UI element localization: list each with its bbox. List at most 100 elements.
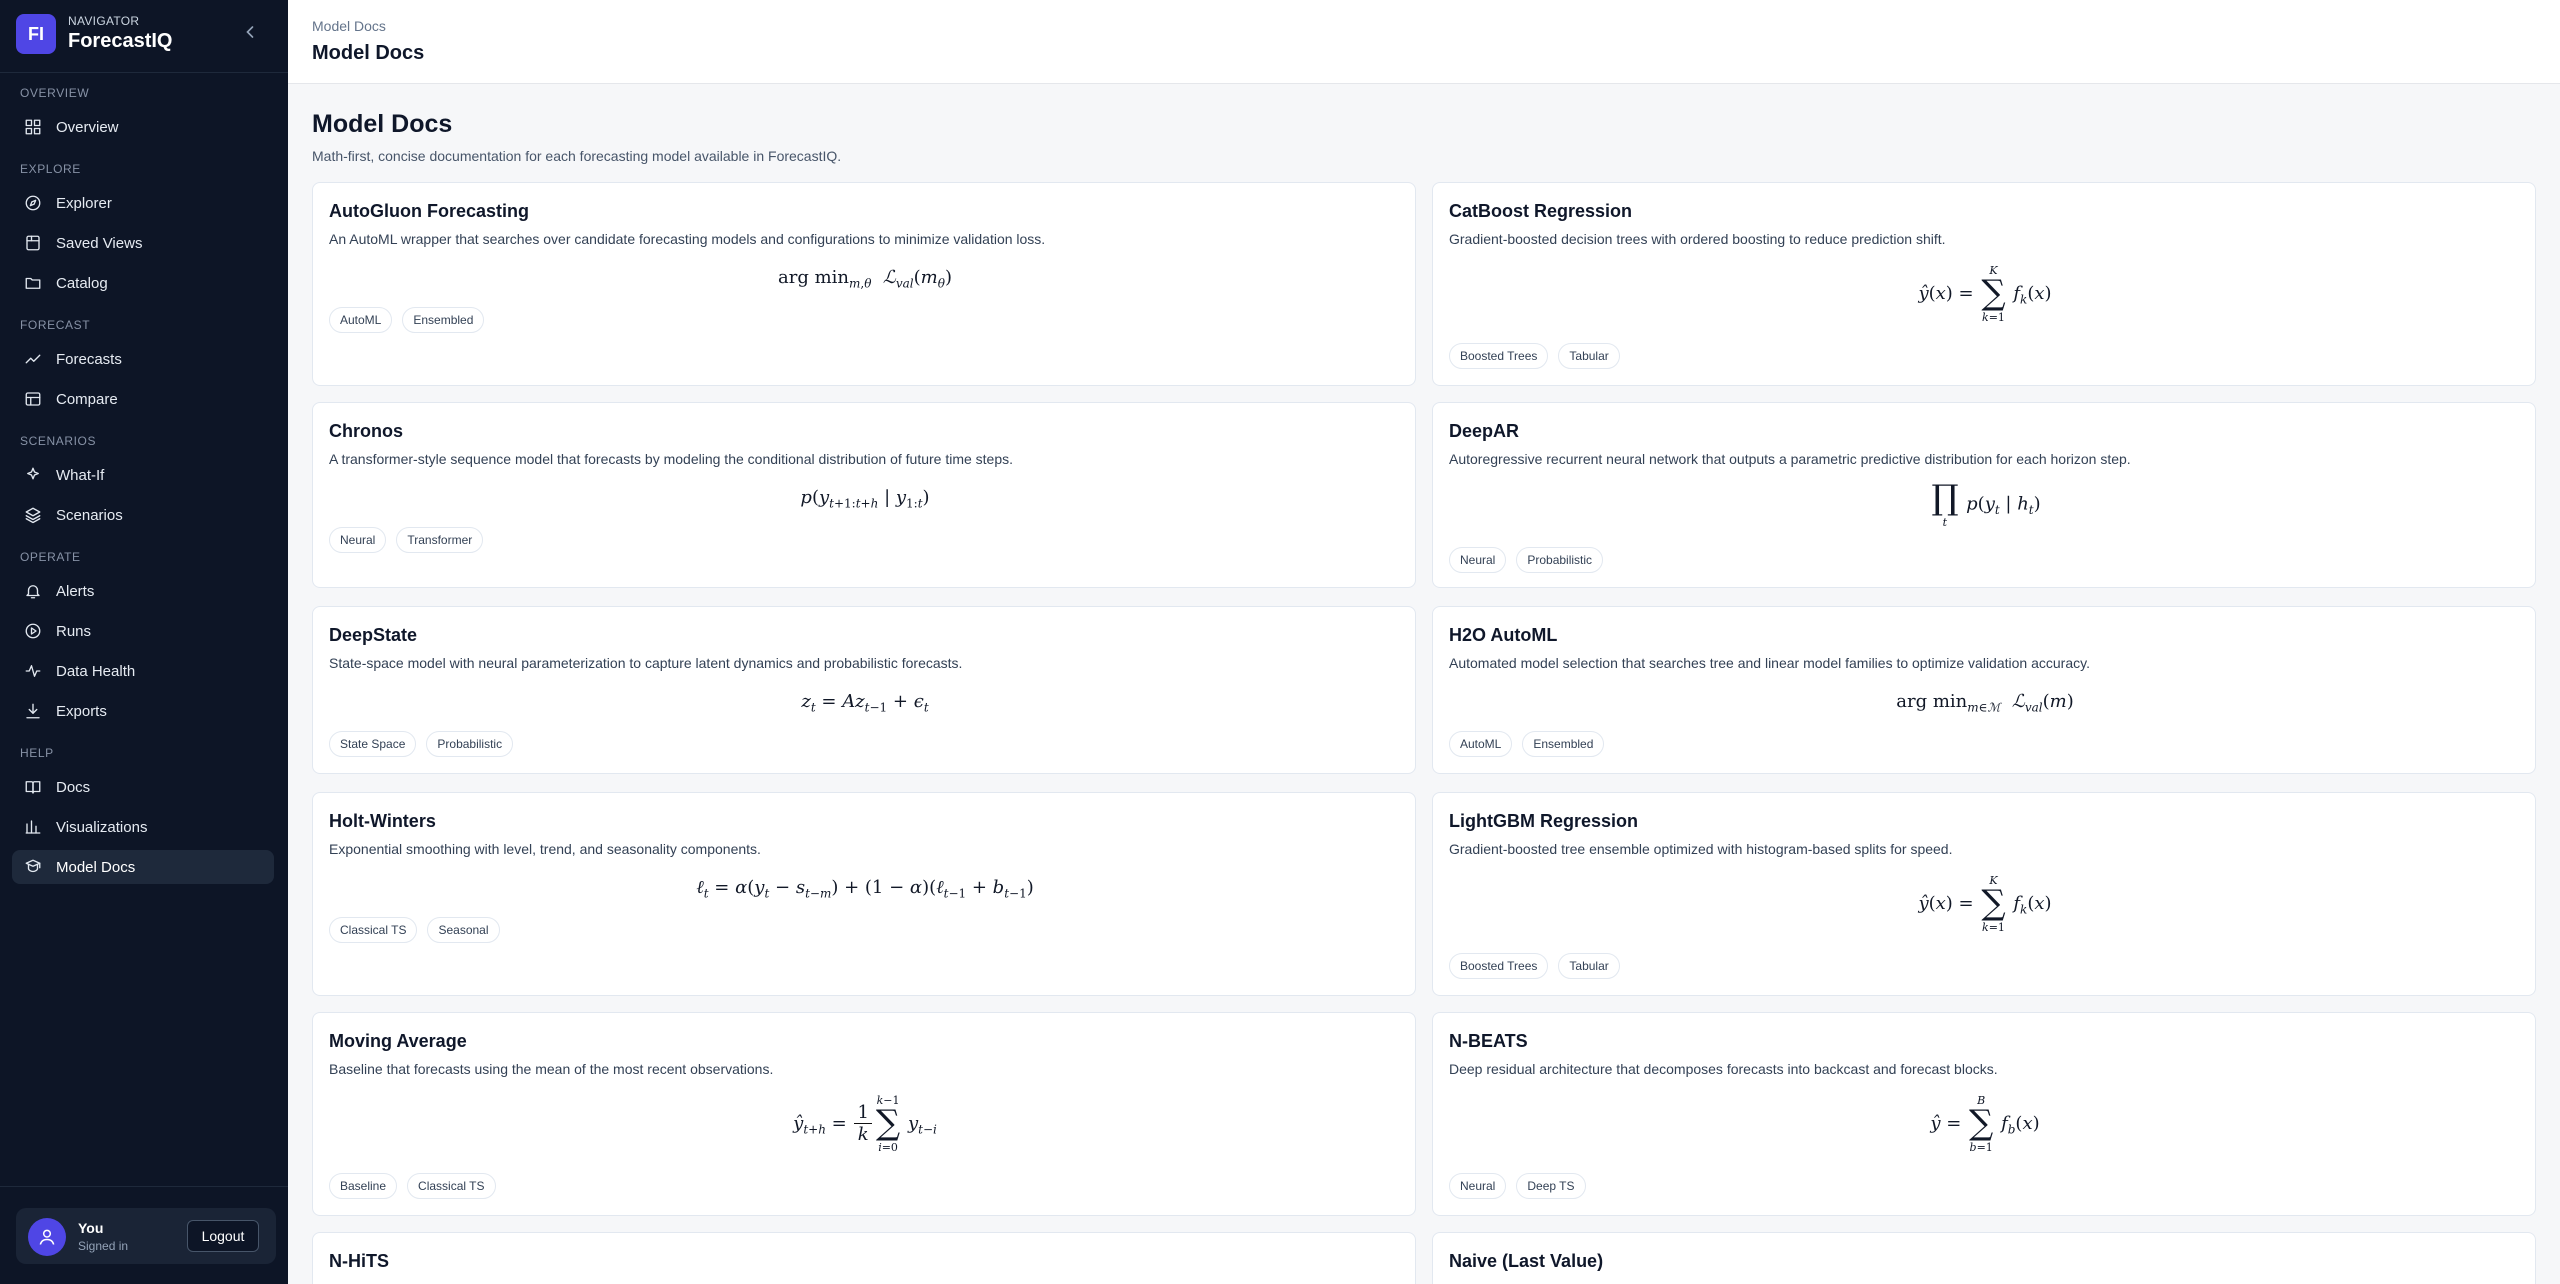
model-tag: Baseline [329, 1173, 398, 1199]
sidebar-item-label: Visualizations [56, 818, 148, 836]
model-title: AutoGluon Forecasting [329, 201, 529, 221]
model-tag: Boosted Trees [1449, 343, 1549, 369]
model-description: A transformer-style sequence model that … [329, 451, 1014, 467]
sidebar-item-docs[interactable]: Docs [12, 770, 274, 804]
model-card-naive: Naive (Last Value) [1432, 1232, 2536, 1284]
sidebar-item-label: Catalog [56, 274, 108, 292]
user-name: You [78, 1220, 104, 1236]
model-tag: Probabilistic [1516, 547, 1604, 573]
sidebar: FI NAVIGATOR ForecastIQ OVERVIEW Overvie… [0, 0, 288, 1284]
bell-icon [26, 585, 40, 599]
model-card-autogluon: AutoGluon Forecasting An AutoML wrapper … [312, 182, 1416, 386]
model-tag: Seasonal [427, 917, 500, 943]
sidebar-item-label: Saved Views [56, 234, 143, 252]
user-card: You Signed in Logout [16, 1208, 276, 1264]
page-title: Model Docs [312, 110, 453, 138]
page-subtitle: Math-first, concise documentation for ea… [312, 148, 842, 164]
sidebar-item-scenarios[interactable]: Scenarios [12, 498, 274, 532]
sidebar-item-label: Scenarios [56, 506, 123, 524]
model-tag: Ensembled [402, 307, 485, 333]
model-card-chronos: Chronos A transformer-style sequence mod… [312, 402, 1416, 588]
model-tag: AutoML [1449, 731, 1513, 757]
section-help: HELP [20, 746, 54, 760]
model-card-n-beats: N-BEATS Deep residual architecture that … [1432, 1012, 2536, 1216]
logout-button[interactable]: Logout [187, 1220, 259, 1252]
bookmark-icon [26, 235, 40, 251]
model-description: An AutoML wrapper that searches over can… [329, 231, 1046, 247]
download-icon [26, 703, 40, 719]
brand: FI NAVIGATOR ForecastIQ [16, 14, 272, 54]
sidebar-divider [0, 1186, 288, 1187]
sidebar-item-label: Runs [56, 622, 92, 640]
sidebar-item-label: Compare [56, 390, 118, 408]
sidebar-item-data-health[interactable]: Data Health [12, 654, 274, 688]
model-description: Baseline that forecasts using the mean o… [329, 1061, 774, 1077]
model-formula: ŷ = B ∑ b=1 fb(x) [1930, 1094, 2040, 1154]
sidebar-item-label: Overview [56, 118, 119, 136]
chevron-left-icon[interactable] [240, 22, 260, 42]
bars-icon [25, 820, 41, 834]
model-description: Automated model selection that searches … [1449, 655, 2090, 671]
spark-icon [27, 467, 39, 480]
model-card-deepstate: DeepState State-space model with neural … [312, 606, 1416, 774]
model-tags: AutoML Ensembled [329, 307, 485, 333]
model-title: LightGBM Regression [1449, 811, 1639, 831]
sidebar-item-label: Exports [56, 702, 107, 720]
model-tag: Classical TS [329, 917, 418, 943]
model-tag: State Space [329, 731, 417, 757]
brand-logo: FI [16, 14, 56, 54]
model-formula: zt = Azt−1 + ϵt [801, 691, 929, 715]
sidebar-item-alerts[interactable]: Alerts [12, 574, 274, 608]
sidebar-item-compare[interactable]: Compare [12, 382, 274, 416]
avatar [28, 1218, 66, 1256]
sidebar-item-explorer[interactable]: Explorer [12, 186, 274, 220]
model-title: Naive (Last Value) [1449, 1251, 1604, 1271]
model-title: CatBoost Regression [1449, 201, 1633, 221]
model-title: Holt-Winters [329, 811, 436, 831]
model-tags: State Space Probabilistic [329, 731, 514, 757]
breadcrumb[interactable]: Model Docs [312, 18, 386, 34]
sidebar-item-catalog[interactable]: Catalog [12, 266, 274, 300]
sidebar-item-visualizations[interactable]: Visualizations [12, 810, 274, 844]
sidebar-item-label: Docs [56, 778, 91, 796]
model-tag: Tabular [1558, 953, 1620, 979]
model-tags: Neural Deep TS [1449, 1173, 1586, 1199]
sidebar-item-label: What-If [56, 466, 105, 484]
model-tags: Baseline Classical TS [329, 1173, 496, 1199]
sidebar-divider [0, 72, 288, 73]
section-overview: OVERVIEW [20, 86, 90, 100]
sidebar-item-label: Model Docs [56, 858, 136, 876]
folder-icon [25, 277, 41, 289]
model-title: DeepAR [1449, 421, 1520, 441]
page-header: Model Docs Model Docs [288, 0, 2560, 84]
user-icon [39, 1229, 55, 1245]
model-tag: Neural [1449, 1173, 1507, 1199]
model-description: Gradient-boosted decision trees with ord… [1449, 231, 1946, 247]
model-card-deepar: DeepAR Autoregressive recurrent neural n… [1432, 402, 2536, 588]
model-formula: ŷt+h = 1 k k−1 ∑ i=0 yt−i [793, 1094, 937, 1154]
model-formula: ŷ(x) = K ∑ k=1 fk(x) [1918, 874, 2052, 934]
model-tags: AutoML Ensembled [1449, 731, 1605, 757]
model-formula: ℓt = α(yt − st−m) + (1 − α)(ℓt−1 + bt−1) [696, 877, 1034, 901]
sidebar-item-forecasts[interactable]: Forecasts [12, 342, 274, 376]
sidebar-item-label: Explorer [56, 194, 112, 212]
model-tag: Probabilistic [426, 731, 514, 757]
sidebar-item-what-if[interactable]: What-If [12, 458, 274, 492]
model-tag: Neural [1449, 547, 1507, 573]
sidebar-item-runs[interactable]: Runs [12, 614, 274, 648]
sidebar-item-overview[interactable]: Overview [12, 110, 274, 144]
section-operate: OPERATE [20, 550, 81, 564]
sidebar-item-saved-views[interactable]: Saved Views [12, 226, 274, 260]
sidebar-item-model-docs[interactable]: Model Docs [12, 850, 274, 884]
model-tag: Classical TS [407, 1173, 496, 1199]
model-title: Moving Average [329, 1031, 467, 1051]
sidebar-item-exports[interactable]: Exports [12, 694, 274, 728]
pulse-icon [25, 665, 41, 677]
brand-name: ForecastIQ [68, 30, 173, 52]
model-tag: Tabular [1558, 343, 1620, 369]
model-description: Gradient-boosted tree ensemble optimized… [1449, 841, 1953, 857]
model-tags: Neural Transformer [329, 527, 484, 553]
model-formula: ∏ t p(yt | ht) [1931, 478, 2041, 529]
model-title: N-HiTS [329, 1251, 389, 1271]
model-title: H2O AutoML [1449, 625, 1558, 645]
